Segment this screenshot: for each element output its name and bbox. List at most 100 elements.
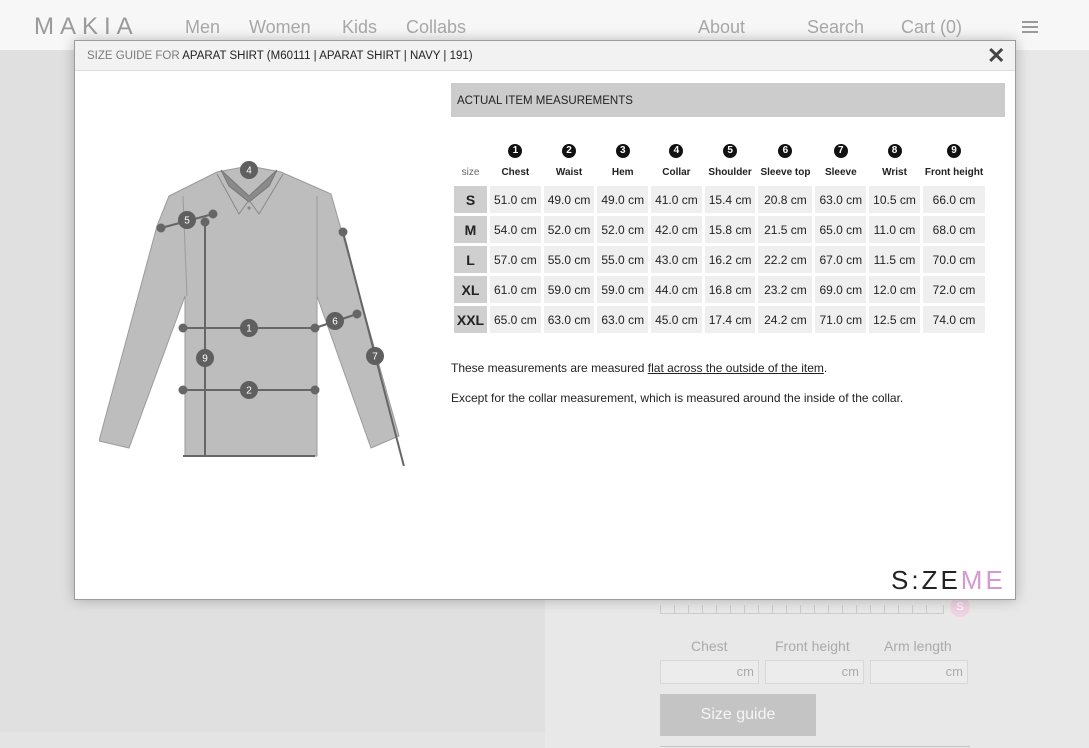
table-row: S 51.0 cm 49.0 cm 49.0 cm 41.0 cm 15.4 cm 20.8… (454, 186, 986, 213)
cell-shoulder: 17.4 cm (704, 306, 756, 333)
column-header-front-height: Front height (924, 166, 984, 178)
size-cell: XL (454, 276, 487, 303)
measure-5-icon: 5 (723, 144, 738, 158)
nav-kids[interactable]: Kids (342, 17, 377, 38)
size-guide-button[interactable]: Size guide (660, 694, 816, 736)
cell-collar: 45.0 cm (651, 306, 702, 333)
column-header-sleeve: Sleeve (824, 166, 857, 178)
sizeme-logo-left: S:ZE (891, 565, 961, 595)
diagram-marker-1: 1 (240, 319, 258, 337)
fit-label-chest: Chest (691, 638, 728, 654)
cell-waist: 63.0 cm (543, 306, 595, 333)
measurements-table: 1 2 3 4 5 6 7 8 9 size Chest Waist Hem C… (451, 133, 988, 336)
modal-title-product: APARAT SHIRT (M60111 | APARAT SHIRT | NA… (182, 50, 473, 62)
note-1-link: flat across the outside of the item (647, 361, 824, 375)
size-guide-modal: SIZE GUIDE FOR APARAT SHIRT (M60111 | AP… (74, 40, 1016, 600)
arm-length-input[interactable]: cm (870, 660, 968, 684)
nav-collabs[interactable]: Collabs (406, 17, 466, 38)
column-header-shoulder: Shoulder (708, 166, 752, 178)
cell-chest: 51.0 cm (490, 186, 541, 213)
shirt-illustration: 123456789 (98, 161, 412, 505)
cell-wrist: 11.5 cm (869, 246, 920, 273)
chest-input[interactable]: cm (660, 660, 759, 684)
cell-waist: 55.0 cm (543, 246, 595, 273)
table-number-row: 1 2 3 4 5 6 7 8 9 (454, 136, 985, 158)
measure-2-icon: 2 (562, 144, 577, 158)
measure-3-icon: 3 (615, 144, 630, 158)
cell-wrist: 11.0 cm (869, 216, 920, 243)
fit-label-arm-length: Arm length (884, 638, 952, 654)
modal-header: SIZE GUIDE FOR APARAT SHIRT (M60111 | AP… (75, 41, 1015, 71)
diagram-marker-7: 7 (366, 347, 384, 365)
table-row: XL 61.0 cm 59.0 cm 59.0 cm 44.0 cm 16.8 cm 23.… (454, 276, 986, 303)
table-row: M 54.0 cm 52.0 cm 52.0 cm 42.0 cm 15.8 cm 21.5… (454, 216, 986, 243)
cell-sleeve: 69.0 cm (815, 276, 867, 303)
cell-shoulder: 16.2 cm (704, 246, 756, 273)
measure-4-icon: 4 (669, 144, 684, 158)
size-column-header: size (461, 166, 480, 178)
cell-chest: 61.0 cm (490, 276, 541, 303)
nav-cart[interactable]: Cart (0) (901, 17, 962, 38)
table-header-row: size Chest Waist Hem Collar Shoulder Sle… (454, 161, 985, 183)
sizeme-logo: S:ZEME (891, 565, 1006, 596)
measure-7-icon: 7 (833, 144, 848, 158)
cell-hem: 52.0 cm (597, 216, 649, 243)
nav-men[interactable]: Men (185, 17, 220, 38)
front-height-input[interactable]: cm (765, 660, 864, 684)
cell-shoulder: 15.4 cm (704, 186, 756, 213)
diagram-marker-label: 7 (372, 352, 378, 363)
size-cell: L (454, 246, 487, 273)
sizeme-badge-icon: S (950, 597, 970, 617)
cell-sleeve-top: 22.2 cm (758, 246, 813, 273)
shirt-diagram: 123456789 (98, 156, 419, 505)
cell-chest: 54.0 cm (490, 216, 541, 243)
note-1-text: These measurements are measured (451, 361, 648, 375)
diagram-marker-label: 2 (246, 386, 252, 397)
column-header-sleeve-top: Sleeve top (760, 166, 811, 178)
cell-chest: 57.0 cm (490, 246, 541, 273)
cell-front-height: 66.0 cm (922, 186, 986, 213)
cell-sleeve: 71.0 cm (815, 306, 867, 333)
cell-sleeve-top: 21.5 cm (758, 216, 813, 243)
diagram-marker-label: 9 (202, 354, 208, 365)
cell-shoulder: 16.8 cm (704, 276, 756, 303)
sizeme-logo-right: ME (960, 565, 1006, 595)
menu-icon[interactable] (1022, 21, 1038, 33)
fit-label-front-height: Front height (775, 638, 850, 654)
diagram-marker-5: 5 (178, 211, 196, 229)
column-header-wrist: Wrist (882, 166, 907, 178)
diagram-marker-label: 6 (332, 317, 338, 328)
close-icon[interactable]: ✕ (987, 45, 1005, 67)
cell-front-height: 70.0 cm (922, 246, 986, 273)
measure-1-icon: 1 (508, 144, 523, 158)
cell-chest: 65.0 cm (490, 306, 541, 333)
cell-hem: 55.0 cm (597, 246, 649, 273)
diagram-marker-label: 1 (246, 324, 252, 335)
cell-wrist: 12.0 cm (869, 276, 920, 303)
column-header-hem: Hem (611, 166, 634, 178)
diagram-marker-4: 4 (240, 161, 258, 179)
nav-women[interactable]: Women (249, 17, 311, 38)
table-row: L 57.0 cm 55.0 cm 55.0 cm 43.0 cm 16.2 cm 22.2… (454, 246, 986, 273)
column-header-collar: Collar (662, 166, 691, 178)
cell-hem: 49.0 cm (597, 186, 649, 213)
cell-sleeve: 67.0 cm (815, 246, 867, 273)
measurements-header: ACTUAL ITEM MEASUREMENTS (451, 83, 1005, 117)
cell-waist: 49.0 cm (543, 186, 595, 213)
divider (660, 746, 970, 747)
nav-search[interactable]: Search (807, 17, 864, 38)
cell-collar: 41.0 cm (651, 186, 702, 213)
table-body: S 51.0 cm 49.0 cm 49.0 cm 41.0 cm 15.4 cm 20.8… (454, 186, 986, 333)
site-logo[interactable]: MAKIA (34, 13, 139, 41)
nav-about[interactable]: About (698, 17, 745, 38)
cell-waist: 52.0 cm (543, 216, 595, 243)
measurement-note-2: Except for the collar measurement, which… (451, 391, 904, 405)
size-cell: S (454, 186, 487, 213)
diagram-marker-label: 4 (246, 166, 252, 177)
measure-9-icon: 9 (947, 144, 961, 158)
cell-sleeve: 65.0 cm (815, 216, 867, 243)
cell-hem: 63.0 cm (597, 306, 649, 333)
column-header-chest: Chest (501, 166, 530, 178)
measure-8-icon: 8 (887, 144, 902, 158)
diagram-marker-label: 5 (184, 216, 190, 227)
